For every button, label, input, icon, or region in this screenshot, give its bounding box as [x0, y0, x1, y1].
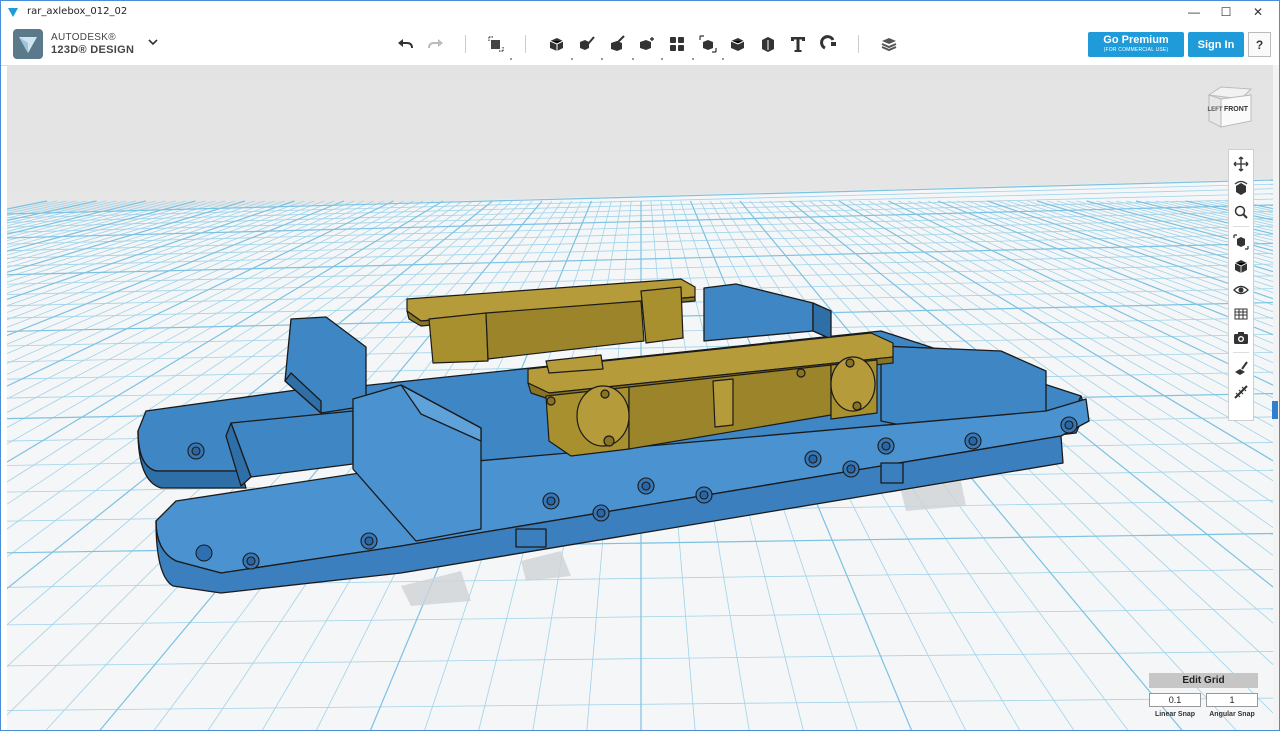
go-premium-label: Go Premium	[1103, 34, 1169, 46]
transform-icon	[488, 36, 504, 52]
minimize-button[interactable]: —	[1177, 1, 1211, 23]
primitives-button[interactable]	[544, 31, 570, 57]
toolbar-separator	[465, 35, 466, 53]
combine-button[interactable]	[725, 31, 751, 57]
measure-icon	[762, 37, 774, 52]
text-icon	[791, 37, 805, 52]
snap-button[interactable]	[816, 31, 842, 57]
brand-text: AUTODESK® 123D® DESIGN	[51, 32, 134, 56]
transform-button[interactable]	[483, 31, 509, 57]
snap-nav-button[interactable]	[1231, 358, 1251, 378]
right-edge-strip	[1273, 65, 1279, 730]
right-panel-handle[interactable]	[1272, 401, 1278, 419]
chevron-down-icon[interactable]	[146, 35, 160, 49]
construct-icon	[611, 35, 625, 51]
material-icon	[881, 38, 897, 52]
orbit-icon	[1234, 180, 1248, 195]
ruler-button[interactable]	[1231, 382, 1251, 402]
navigation-bar	[1228, 149, 1254, 421]
fit-icon	[1233, 234, 1249, 250]
viewcube-left-label: LEFT	[1208, 107, 1223, 113]
modify-icon	[640, 37, 654, 50]
combine-icon	[730, 38, 745, 51]
materials-outlines-icon	[1234, 308, 1248, 320]
viewcube-front-label: FRONT	[1224, 106, 1249, 113]
viewcube[interactable]: FRONT LEFT	[1201, 81, 1261, 133]
text-button[interactable]	[785, 31, 811, 57]
3d-viewport[interactable]: FRONT LEFT	[7, 65, 1273, 731]
ruler-icon	[1234, 385, 1248, 399]
window-title: rar_axlebox_012_02	[27, 6, 128, 17]
measure-button[interactable]	[755, 31, 781, 57]
main-toolbar: AUTODESK® 123D® DESIGN Go Premium (FOR C…	[1, 23, 1279, 66]
sketch-icon	[580, 36, 595, 50]
model-scene[interactable]	[7, 65, 1273, 731]
title-bar: rar_axlebox_012_02 — ☐ ✕	[1, 1, 1279, 23]
screenshot-icon	[1234, 332, 1248, 344]
go-premium-sublabel: (FOR COMMERCIAL USE)	[1103, 47, 1169, 53]
construct-button[interactable]	[605, 31, 631, 57]
edit-grid-button[interactable]: Edit Grid	[1149, 673, 1258, 688]
snap-icon	[1235, 361, 1248, 375]
view-button[interactable]	[1231, 256, 1251, 276]
pattern-icon	[670, 37, 684, 51]
close-button[interactable]: ✕	[1241, 1, 1275, 23]
app-logo-icon[interactable]	[13, 29, 43, 59]
grouping-button[interactable]	[695, 31, 721, 57]
material-button[interactable]	[876, 31, 902, 57]
orbit-button[interactable]	[1231, 178, 1251, 198]
go-premium-button[interactable]: Go Premium (FOR COMMERCIAL USE)	[1088, 32, 1184, 57]
undo-button[interactable]	[393, 31, 419, 57]
pan-icon	[1233, 156, 1249, 172]
view-icon	[1234, 260, 1248, 273]
sign-in-button[interactable]: Sign In	[1188, 32, 1244, 57]
redo-icon	[428, 39, 443, 49]
app-window: rar_axlebox_012_02 — ☐ ✕ AUTODESK® 123D®…	[0, 0, 1280, 731]
undo-icon	[398, 39, 413, 49]
modify-button[interactable]	[634, 31, 660, 57]
brand-line2: 123D® DESIGN	[51, 44, 135, 56]
toolbar-separator	[525, 35, 526, 53]
redo-button[interactable]	[422, 31, 448, 57]
primitives-icon	[549, 38, 564, 51]
screenshot-button[interactable]	[1231, 328, 1251, 348]
linear-snap-label: Linear Snap	[1154, 711, 1196, 718]
visibility-button[interactable]	[1231, 280, 1251, 300]
fit-button[interactable]	[1231, 232, 1251, 252]
zoom-button[interactable]	[1231, 202, 1251, 222]
grouping-icon	[699, 35, 717, 53]
brand-line1: AUTODESK®	[51, 32, 116, 43]
materials-outlines-button[interactable]	[1231, 304, 1251, 324]
app-icon	[8, 8, 18, 17]
snap-icon	[820, 35, 836, 50]
zoom-icon	[1234, 205, 1248, 219]
pattern-button[interactable]	[664, 31, 690, 57]
angular-snap-label: Angular Snap	[1209, 711, 1255, 718]
maximize-button[interactable]: ☐	[1209, 1, 1243, 23]
visibility-icon	[1233, 285, 1249, 295]
grid-settings-panel: Edit Grid 0.1 1 Linear Snap Angular Snap	[1149, 673, 1259, 723]
help-button[interactable]: ?	[1248, 32, 1271, 57]
angular-snap-field[interactable]: 1	[1206, 693, 1258, 707]
pan-button[interactable]	[1231, 154, 1251, 174]
toolbar-separator	[858, 35, 859, 53]
sketch-button[interactable]	[574, 31, 600, 57]
linear-snap-field[interactable]: 0.1	[1149, 693, 1201, 707]
